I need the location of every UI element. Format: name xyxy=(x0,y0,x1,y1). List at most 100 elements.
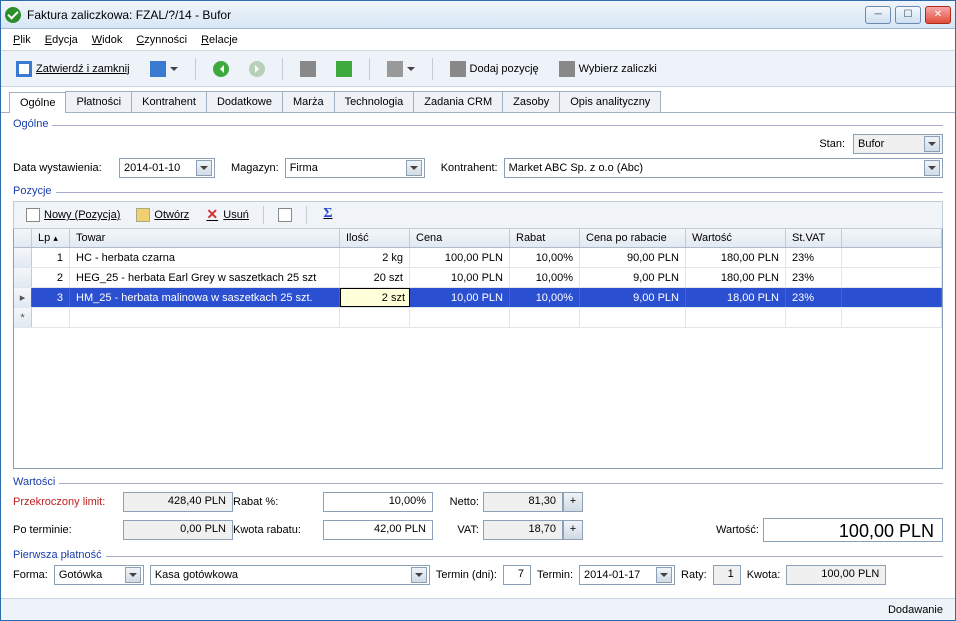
kwota-rabatu-label: Kwota rabatu: xyxy=(233,524,323,536)
pozycje-legend: Pozycje xyxy=(13,185,56,197)
tab-kontrahent[interactable]: Kontrahent xyxy=(131,91,207,112)
new-row-icon: * xyxy=(14,308,32,327)
tab-dodatkowe[interactable]: Dodatkowe xyxy=(206,91,283,112)
edit-position-button[interactable] xyxy=(272,206,298,224)
tab-opis-analityczny[interactable]: Opis analityczny xyxy=(559,91,661,112)
menu-widok[interactable]: Widok xyxy=(92,34,123,46)
menu-edycja[interactable]: Edycja xyxy=(45,34,78,46)
po-terminie-label: Po terminie: xyxy=(13,524,123,536)
chevron-down-icon xyxy=(411,567,427,583)
netto-plus-button[interactable]: + xyxy=(563,492,583,512)
col-wartosc[interactable]: Wartość xyxy=(686,229,786,247)
vat-label: VAT: xyxy=(433,524,483,536)
wartosci-fieldset: Wartości Przekroczony limit: 428,40 PLN … xyxy=(13,483,943,546)
platnosc-legend: Pierwsza płatność xyxy=(13,549,106,561)
delete-icon: ✕ xyxy=(205,208,219,222)
col-rabat[interactable]: Rabat xyxy=(510,229,580,247)
tab-zadania-crm[interactable]: Zadania CRM xyxy=(413,91,503,112)
wartosci-legend: Wartości xyxy=(13,476,59,488)
col-ilosc[interactable]: Ilość xyxy=(340,229,410,247)
rabat-percent-label: Rabat %: xyxy=(233,496,323,508)
maximize-button[interactable]: ☐ xyxy=(895,6,921,24)
print-button[interactable] xyxy=(380,57,422,81)
quantity-input[interactable]: 2 szt xyxy=(340,288,410,307)
new-position-button[interactable]: Nowy (Pozycja) xyxy=(20,206,126,224)
chevron-down-icon xyxy=(924,136,940,152)
kontrahent-label: Kontrahent: xyxy=(441,162,498,174)
content: Ogólne Stan: Bufor Data wystawienia: 201… xyxy=(1,113,955,598)
forma-dropdown[interactable]: Gotówka xyxy=(54,565,144,585)
delete-position-button[interactable]: ✕Usuń xyxy=(199,206,255,224)
col-lp[interactable]: Lp ▴ xyxy=(32,229,70,247)
col-stvat[interactable]: St.VAT xyxy=(786,229,842,247)
magazyn-label: Magazyn: xyxy=(231,162,279,174)
forward-icon xyxy=(249,61,265,77)
tools-icon xyxy=(300,61,316,77)
window: Faktura zaliczkowa: FZAL/?/14 - Bufor ─ … xyxy=(0,0,956,621)
data-input[interactable]: 2014-01-10 xyxy=(119,158,215,178)
vat-plus-button[interactable]: + xyxy=(563,520,583,540)
refresh-button[interactable] xyxy=(329,57,359,81)
forward-button[interactable] xyxy=(242,57,272,81)
col-cpr[interactable]: Cena po rabacie xyxy=(580,229,686,247)
kwota-value: 100,00 PLN xyxy=(786,565,886,585)
kasa-dropdown[interactable]: Kasa gotówkowa xyxy=(150,565,430,585)
select-icon xyxy=(559,61,575,77)
tab-marza[interactable]: Marża xyxy=(282,91,335,112)
print-icon xyxy=(387,61,403,77)
table-row-new[interactable]: * xyxy=(14,308,942,328)
vat-value: 18,70 xyxy=(483,520,563,540)
save-close-button[interactable]: Zatwierdź i zamknij xyxy=(9,57,137,81)
termin-label: Termin: xyxy=(537,569,573,581)
kontrahent-dropdown[interactable]: Market ABC Sp. z o.o (Abc) xyxy=(504,158,943,178)
chevron-down-icon xyxy=(196,160,212,176)
stan-dropdown[interactable]: Bufor xyxy=(853,134,943,154)
rabat-percent-input[interactable]: 10,00% xyxy=(323,492,433,512)
minimize-button[interactable]: ─ xyxy=(865,6,891,24)
menu-relacje[interactable]: Relacje xyxy=(201,34,238,46)
chevron-down-icon xyxy=(407,67,415,75)
menu-czynnosci[interactable]: Czynności xyxy=(136,34,187,46)
select-advances-button[interactable]: Wybierz zaliczki xyxy=(552,57,664,81)
termin-date-input[interactable]: 2014-01-17 xyxy=(579,565,675,585)
sigma-icon: Σ xyxy=(321,208,335,222)
close-button[interactable]: ✕ xyxy=(925,6,951,24)
tab-platnosci[interactable]: Płatności xyxy=(65,91,132,112)
app-icon xyxy=(5,7,21,23)
open-position-button[interactable]: Otwórz xyxy=(130,206,195,224)
pierwsza-platnosc-fieldset: Pierwsza płatność Forma: Gotówka Kasa go… xyxy=(13,556,943,589)
ogolne-legend: Ogólne xyxy=(13,118,52,130)
separator xyxy=(369,58,370,80)
po-terminie-value: 0,00 PLN xyxy=(123,520,233,540)
sum-button[interactable]: Σ xyxy=(315,206,341,224)
wartosc-total: 100,00 PLN xyxy=(763,518,943,542)
col-towar[interactable]: Towar xyxy=(70,229,340,247)
menu-plik[interactable]: Plik xyxy=(13,34,31,46)
termin-dni-input[interactable]: 7 xyxy=(503,565,531,585)
tab-technologia[interactable]: Technologia xyxy=(334,91,415,112)
back-button[interactable] xyxy=(206,57,236,81)
tab-zasoby[interactable]: Zasoby xyxy=(502,91,560,112)
table-row-selected[interactable]: ▸ 3 HM_25 - herbata malinowa w saszetkac… xyxy=(14,288,942,308)
save-button[interactable] xyxy=(143,57,185,81)
add-position-button[interactable]: Dodaj pozycję xyxy=(443,57,546,81)
stan-label: Stan: xyxy=(819,138,845,150)
tab-ogolne[interactable]: Ogólne xyxy=(9,92,66,113)
magazyn-dropdown[interactable]: Firma xyxy=(285,158,425,178)
edit-icon xyxy=(278,208,292,222)
back-icon xyxy=(213,61,229,77)
save-icon xyxy=(150,61,166,77)
table-row[interactable]: 1 HC - herbata czarna 2 kg 100,00 PLN 10… xyxy=(14,248,942,268)
tools-button[interactable] xyxy=(293,57,323,81)
positions-grid[interactable]: Lp ▴ Towar Ilość Cena Rabat Cena po raba… xyxy=(13,229,943,469)
raty-value: 1 xyxy=(713,565,741,585)
table-row[interactable]: 2 HEG_25 - herbata Earl Grey w saszetkac… xyxy=(14,268,942,288)
kwota-rabatu-input[interactable]: 42,00 PLN xyxy=(323,520,433,540)
netto-label: Netto: xyxy=(433,496,483,508)
save-close-icon xyxy=(16,61,32,77)
separator xyxy=(263,206,264,224)
positions-toolbar: Nowy (Pozycja) Otwórz ✕Usuń Σ xyxy=(13,201,943,229)
przekroczony-label: Przekroczony limit: xyxy=(13,496,123,508)
netto-value: 81,30 xyxy=(483,492,563,512)
col-cena[interactable]: Cena xyxy=(410,229,510,247)
